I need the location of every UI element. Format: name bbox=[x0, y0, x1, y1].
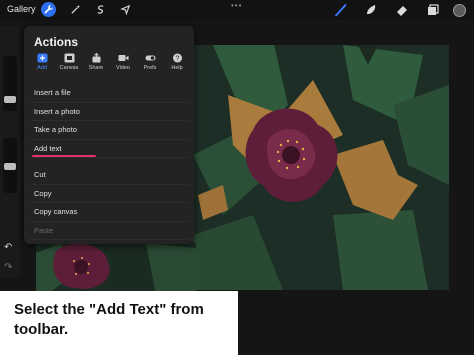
tab-canvas[interactable]: Canvas bbox=[56, 53, 82, 75]
menu-item-take-photo[interactable]: Take a photo bbox=[29, 121, 189, 140]
help-icon: ? bbox=[172, 53, 182, 63]
menu-item-cut[interactable]: Cut bbox=[29, 166, 189, 185]
eraser-icon[interactable] bbox=[394, 2, 410, 18]
top-toolbar: Gallery ••• bbox=[0, 0, 474, 20]
panel-title: Actions bbox=[34, 35, 79, 49]
smudge-icon[interactable] bbox=[363, 2, 379, 18]
menu-item-add-text[interactable]: Add text bbox=[29, 140, 189, 158]
more-dots[interactable]: ••• bbox=[231, 1, 242, 10]
menu-item-copy[interactable]: Copy bbox=[29, 185, 189, 203]
gallery-button[interactable]: Gallery bbox=[7, 4, 36, 14]
canvas-icon bbox=[64, 53, 74, 63]
tab-add[interactable]: Add bbox=[29, 53, 55, 75]
tab-label: Prefs bbox=[143, 65, 157, 71]
layers-icon[interactable] bbox=[425, 2, 441, 18]
redo-icon[interactable]: ↷ bbox=[4, 262, 12, 273]
tab-share[interactable]: Share bbox=[83, 53, 109, 75]
transform-icon[interactable] bbox=[118, 2, 133, 17]
opacity-handle[interactable] bbox=[4, 163, 16, 170]
wrench-icon[interactable] bbox=[41, 2, 56, 17]
tab-label: Add bbox=[37, 65, 47, 71]
actions-tabs: Add Canvas Share Video Prefs ? Help bbox=[29, 53, 191, 75]
menu-item-label: Add text bbox=[34, 143, 62, 153]
tab-label: Help bbox=[171, 65, 183, 71]
instruction-caption: Select the "Add Text" from toolbar. bbox=[0, 291, 238, 355]
tab-label: Video bbox=[116, 65, 130, 71]
highlight-underline bbox=[32, 154, 96, 157]
actions-menu: Insert a file Insert a photo Take a phot… bbox=[29, 84, 189, 240]
botanical-artwork bbox=[193, 45, 449, 290]
brush-size-slider[interactable] bbox=[3, 56, 17, 111]
artwork-canvas-lower[interactable] bbox=[36, 243, 196, 295]
left-sidebar: ↶ ↷ bbox=[0, 26, 20, 278]
actions-panel: Actions Add Canvas Share Video Prefs ? H… bbox=[24, 26, 194, 244]
brush-size-handle[interactable] bbox=[4, 96, 16, 103]
toggle-icon bbox=[145, 55, 155, 61]
undo-icon[interactable]: ↶ bbox=[4, 242, 12, 253]
magic-wand-icon[interactable] bbox=[68, 2, 83, 17]
menu-item-insert-photo[interactable]: Insert a photo bbox=[29, 103, 189, 121]
video-icon bbox=[118, 55, 128, 61]
brush-icon[interactable] bbox=[333, 2, 349, 18]
lower-flower-art bbox=[36, 243, 196, 295]
menu-item-paste: Paste bbox=[29, 222, 189, 240]
selection-icon[interactable] bbox=[93, 2, 108, 17]
share-icon bbox=[92, 53, 100, 63]
tab-label: Canvas bbox=[59, 65, 79, 71]
tab-video[interactable]: Video bbox=[110, 53, 136, 75]
svg-text:?: ? bbox=[175, 56, 179, 63]
artwork-canvas[interactable] bbox=[193, 45, 449, 290]
caption-text: Select the "Add Text" from toolbar. bbox=[14, 301, 204, 338]
menu-item-insert-file[interactable]: Insert a file bbox=[29, 84, 189, 103]
menu-item-copy-canvas[interactable]: Copy canvas bbox=[29, 203, 189, 222]
tab-help[interactable]: ? Help bbox=[164, 53, 190, 75]
add-icon bbox=[37, 53, 47, 63]
tab-prefs[interactable]: Prefs bbox=[137, 53, 163, 75]
opacity-slider[interactable] bbox=[3, 138, 17, 193]
tab-label: Share bbox=[88, 65, 104, 71]
color-icon[interactable] bbox=[453, 4, 466, 17]
